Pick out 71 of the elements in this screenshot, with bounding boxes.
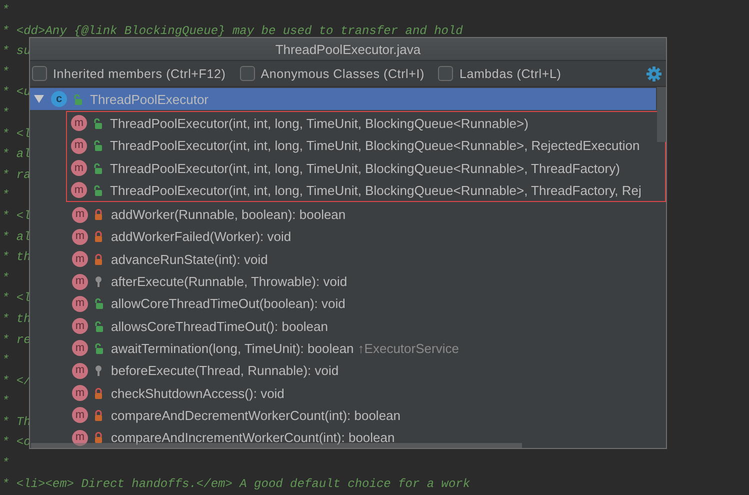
code-comment-line: * xyxy=(1,455,10,472)
tree-item[interactable]: m beforeExecute(Thread, Runnable): void xyxy=(30,360,630,382)
code-comment-line: * xyxy=(1,352,10,370)
tree-item[interactable]: m awaitTermination(long, TimeUnit): boolean ↑ExecutorService xyxy=(30,337,630,360)
inherited-from-label: ↑ExecutorService xyxy=(358,340,459,356)
vertical-scrollbar[interactable] xyxy=(657,87,666,142)
tree-item[interactable]: c ThreadPoolExecutor xyxy=(30,88,656,110)
padlock-icon xyxy=(94,254,103,265)
method-icon: m xyxy=(71,138,87,154)
class-icon: c xyxy=(51,91,67,108)
code-comment-line: * xyxy=(1,187,10,204)
code-comment-line: * xyxy=(1,104,10,122)
filter-checkbox[interactable]: Anonymous Classes (Ctrl+I) xyxy=(240,66,424,81)
method-icon: m xyxy=(72,318,88,334)
method-icon: m xyxy=(72,274,88,290)
tree-item[interactable]: m checkShutdownAccess(): void xyxy=(30,382,630,404)
tree-item[interactable]: m addWorker(Runnable, boolean): boolean xyxy=(30,203,630,226)
code-comment-line: * xyxy=(1,64,10,81)
unlocked-padlock-icon xyxy=(93,118,102,129)
code-comment-line: * xyxy=(1,270,10,287)
unlocked-padlock-icon xyxy=(94,320,103,332)
code-comment-line: * xyxy=(1,2,10,19)
key-icon xyxy=(94,365,103,376)
code-comment-line: * <li><em> Direct handoffs.</em> A good default choice for a work xyxy=(1,476,470,493)
tree-item[interactable]: m advanceRunState(int): void xyxy=(30,248,630,270)
code-comment-line: * <l xyxy=(1,208,31,225)
method-icon: m xyxy=(72,228,88,245)
settings-icon[interactable] xyxy=(646,66,662,82)
padlock-icon xyxy=(94,410,103,421)
method-icon: m xyxy=(71,182,87,198)
tree-item[interactable]: m allowsCoreThreadTimeOut(): boolean xyxy=(30,314,630,338)
method-icon: m xyxy=(72,407,88,424)
tree-item[interactable]: m compareAndIncrementWorkerCount(int): boolean xyxy=(30,426,630,448)
code-comment-line: * <l xyxy=(1,126,31,143)
unlocked-padlock-icon xyxy=(94,298,103,310)
code-comment-line: * xyxy=(1,393,10,410)
filter-checkbox[interactable]: Inherited members (Ctrl+F12) xyxy=(32,66,226,81)
method-icon: m xyxy=(72,206,88,223)
key-icon xyxy=(94,276,103,288)
method-icon: m xyxy=(72,340,88,356)
method-icon: m xyxy=(72,385,88,401)
tree-item[interactable]: m allowCoreThreadTimeOut(boolean): void xyxy=(30,292,630,315)
method-icon: m xyxy=(71,115,87,132)
method-icon: m xyxy=(71,160,87,176)
unlocked-padlock-icon xyxy=(93,140,102,152)
padlock-icon xyxy=(94,432,103,444)
filter-checkbox[interactable]: Lambdas (Ctrl+L) xyxy=(438,66,562,81)
code-comment-line: * <l xyxy=(1,290,31,308)
tree-item[interactable]: m ThreadPoolExecutor(int, int, long, TimeUnit, BlockingQueue<Runnable>, RejectedExecution xyxy=(67,134,666,157)
method-icon: m xyxy=(72,296,88,312)
tree-item[interactable]: m addWorkerFailed(Worker): void xyxy=(30,226,630,248)
code-comment-line: * al xyxy=(1,146,31,164)
unlocked-padlock-icon xyxy=(93,184,102,196)
method-icon: m xyxy=(72,251,88,268)
unlocked-padlock-icon xyxy=(93,162,102,174)
code-comment-line: * al xyxy=(1,228,31,246)
tree-item[interactable]: m compareAndDecrementWorkerCount(int): boolean xyxy=(30,404,630,426)
tree-item[interactable]: m ThreadPoolExecutor(int, int, long, TimeUnit, BlockingQueue<Runnable>, ThreadFactory) xyxy=(67,156,666,180)
tree-item[interactable]: m afterExecute(Runnable, Throwable): void xyxy=(30,270,630,293)
code-comment-line: * <dd>Any {@link BlockingQueue} may be used to transfer and hold xyxy=(1,22,463,40)
padlock-icon xyxy=(94,231,103,242)
padlock-icon xyxy=(94,388,103,398)
unlocked-padlock-icon xyxy=(73,94,82,105)
padlock-icon xyxy=(94,209,103,220)
tree-item[interactable]: m ThreadPoolExecutor(int, int, long, TimeUnit, BlockingQueue<Runnable>, ThreadFactory, Rej xyxy=(67,179,666,202)
tree-item[interactable]: m ThreadPoolExecutor(int, int, long, TimeUnit, BlockingQueue<Runnable>) xyxy=(67,112,666,135)
method-icon: m xyxy=(72,362,88,379)
unlocked-padlock-icon xyxy=(94,342,103,354)
popup-title: ThreadPoolExecutor.java xyxy=(275,42,421,56)
method-icon: m xyxy=(72,430,88,446)
horizontal-scrollbar[interactable] xyxy=(31,443,522,448)
